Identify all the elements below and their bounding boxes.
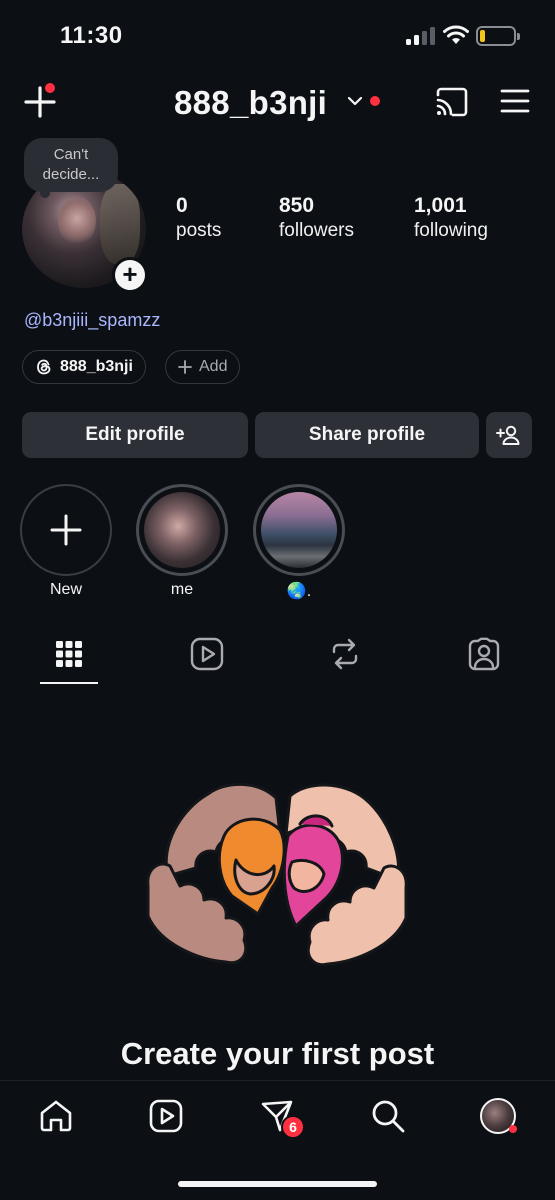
add-chip-label: Add	[199, 358, 228, 375]
plus-icon: +	[115, 260, 145, 290]
account-switcher[interactable]: 888_b3nji	[174, 84, 327, 122]
profile-screen: 11:30 888_b3nji Can't decide... + 0 post…	[0, 0, 555, 1200]
activity-badge: 6	[281, 1115, 305, 1139]
discover-people-button[interactable]	[486, 412, 532, 458]
chevron-down-icon[interactable]	[345, 94, 365, 108]
battery-icon	[476, 26, 520, 46]
highlight-label: 🌏.	[286, 583, 312, 600]
profile-notification-dot	[509, 1125, 517, 1133]
home-icon	[40, 1100, 72, 1132]
bottom-nav-divider	[0, 1080, 555, 1081]
status-time: 11:30	[60, 22, 123, 49]
stat-label: following	[414, 220, 488, 241]
highlight-me[interactable]	[136, 484, 228, 576]
threads-icon	[37, 359, 51, 375]
home-indicator	[178, 1181, 377, 1187]
stat-following[interactable]: 1,001 following	[414, 194, 488, 242]
tab-reels[interactable]	[187, 634, 227, 674]
edit-profile-button[interactable]: Edit profile	[22, 412, 248, 458]
active-tab-indicator	[40, 682, 98, 684]
new-highlight-button[interactable]	[20, 484, 112, 576]
grid-icon	[56, 641, 82, 667]
stat-label: followers	[279, 220, 354, 241]
add-user-icon	[496, 425, 520, 445]
empty-state-illustration	[146, 782, 408, 967]
reposts-icon	[332, 638, 358, 670]
highlight-label: New	[49, 581, 82, 598]
cast-icon[interactable]	[434, 86, 470, 118]
menu-icon[interactable]	[500, 88, 530, 114]
stat-value: 0	[176, 194, 188, 217]
stat-posts: 0 posts	[176, 194, 221, 242]
create-button[interactable]	[22, 83, 58, 120]
nav-reels[interactable]	[146, 1096, 186, 1136]
stat-label: posts	[176, 220, 222, 241]
share-profile-button[interactable]: Share profile	[255, 412, 479, 458]
nav-home[interactable]	[36, 1096, 76, 1136]
threads-chip[interactable]: 888_b3nji	[22, 350, 146, 384]
nav-search[interactable]	[368, 1096, 408, 1136]
add-link-chip[interactable]: Add	[165, 350, 241, 384]
profile-link[interactable]: @b3njiii_spamzz	[24, 310, 160, 331]
stat-followers[interactable]: 850 followers	[279, 194, 354, 242]
wifi-icon	[443, 25, 469, 44]
tab-tagged[interactable]	[464, 634, 504, 674]
tab-posts[interactable]	[49, 634, 89, 674]
reels-icon	[190, 637, 224, 671]
tagged-icon	[468, 637, 500, 671]
reels-nav-icon	[149, 1099, 183, 1133]
tab-reposts[interactable]	[325, 634, 365, 674]
account-notification-dot	[370, 96, 380, 106]
highlight-globe[interactable]	[253, 484, 345, 576]
signal-icon	[406, 27, 436, 45]
stat-value: 850	[279, 194, 315, 217]
search-icon	[372, 1100, 405, 1133]
profile-note[interactable]: Can't decide...	[24, 138, 118, 192]
highlight-label: me	[170, 581, 194, 598]
plus-icon	[50, 514, 82, 546]
threads-handle: 888_b3nji	[60, 358, 133, 375]
plus-icon	[178, 360, 192, 374]
empty-state-title: Create your first post	[120, 1036, 435, 1071]
add-story-button[interactable]: +	[112, 257, 148, 293]
stat-value: 1,001	[414, 194, 467, 217]
